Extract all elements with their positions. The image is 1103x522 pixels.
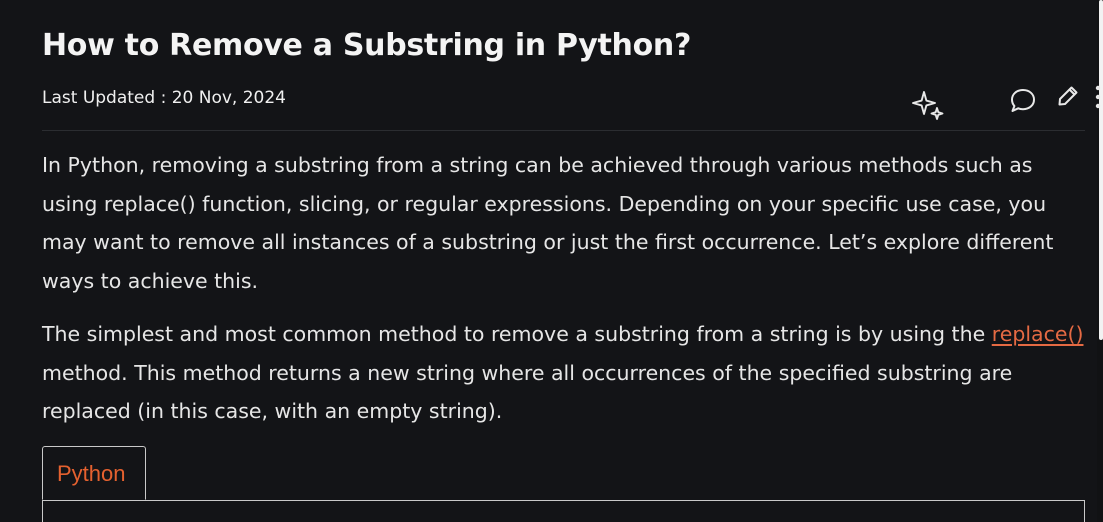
- tab-python[interactable]: Python: [42, 446, 146, 500]
- code-block: [42, 500, 1085, 522]
- paragraph-text-after: method. This method returns a new string…: [42, 360, 1013, 424]
- intro-paragraph: In Python, removing a substring from a s…: [42, 153, 1054, 294]
- edit-pencil-icon[interactable]: [1056, 84, 1080, 112]
- comment-icon[interactable]: [1008, 86, 1038, 120]
- page-title: How to Remove a Substring in Python?: [42, 28, 692, 63]
- article-actions: [912, 84, 1101, 124]
- paragraph-text-before: The simplest and most common method to r…: [42, 322, 986, 346]
- tab-label: Python: [57, 461, 126, 486]
- more-vertical-icon[interactable]: [1092, 84, 1103, 116]
- scrollbar-thumb[interactable]: [1099, 0, 1103, 340]
- last-updated: Last Updated : 20 Nov, 2024: [42, 88, 286, 108]
- replace-method-link[interactable]: replace(): [992, 322, 1084, 346]
- method-paragraph: The simplest and most common method to r…: [42, 315, 1085, 431]
- ai-sparkle-icon[interactable]: [912, 88, 948, 128]
- header-divider: [42, 130, 1085, 131]
